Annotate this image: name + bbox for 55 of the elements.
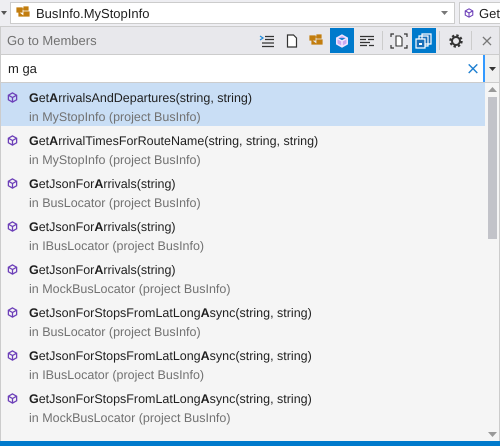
member-button[interactable]: [330, 28, 354, 53]
cube-icon: [7, 92, 18, 103]
member-location: in MockBusLocator (project BusInfo): [29, 411, 232, 426]
scroll-up-icon: [488, 87, 496, 92]
member-name: GetJsonForStopsFromLatLongAsync(string, string): [29, 349, 312, 364]
cube-icon: [7, 135, 18, 146]
windows-button[interactable]: [412, 28, 436, 53]
member-location: in BusLocator (project BusInfo): [29, 325, 202, 340]
member-name: GetJsonForArrivals(string): [29, 263, 177, 278]
dropdown-button[interactable]: [483, 55, 499, 82]
cube-icon: [7, 264, 18, 275]
lines-icon: [358, 34, 374, 46]
document-frame-icon: [390, 32, 408, 48]
member-location: in MockBusLocator (project BusInfo): [29, 282, 230, 297]
panel-title: Go to Members: [7, 33, 98, 48]
cube-icon: [7, 221, 18, 232]
cube-icon: [334, 34, 348, 48]
indent-lines-icon: [258, 34, 274, 48]
caret-icon: [441, 11, 448, 15]
close-button[interactable]: ×: [475, 28, 499, 53]
type-dropdown[interactable]: BusInfo.MyStopInfo: [10, 2, 455, 24]
scroll-thumb[interactable]: [488, 97, 496, 239]
cube-icon: [464, 7, 474, 19]
cube-icon: [7, 307, 18, 318]
member-name: GetJsonForStopsFromLatLongAsync(string, string): [29, 306, 312, 321]
member-location: in IBusLocator (project BusInfo): [29, 239, 204, 254]
cube-icon: [7, 350, 18, 361]
member-location: in MyStopInfo (project BusInfo): [29, 110, 202, 125]
member-name: GetArrivalTimesForRouteName(string, string, string): [29, 134, 318, 149]
result-item[interactable]: GetJsonForStopsFromLatLongAsync(string, string) in MockBusLocator (project BusInfo): [1, 384, 485, 427]
member-name: GetArrivalsAndDepartures(string, string): [29, 91, 252, 106]
result-item[interactable]: GetJsonForStopsFromLatLongAsync(string, string) in BusLocator (project BusInfo): [1, 298, 485, 341]
scroll-down-icon: [488, 432, 496, 437]
member-name: GetJsonForArrivals(string): [29, 177, 177, 192]
member-dropdown[interactable]: Get: [459, 2, 500, 24]
windows-icon: [414, 32, 432, 48]
result-item[interactable]: GetArrivalTimesForRouteName(string, string, string) in MyStopInfo (project BusInfo): [1, 126, 485, 169]
result-item[interactable]: GetArrivalsAndDepartures(string, string) in MyStopInfo (project BusInfo): [1, 83, 485, 126]
member-name: GetJsonForStopsFromLatLongAsync(string, string): [29, 392, 312, 407]
result-item[interactable]: GetJsonForArrivals(string) in MockBusLocator (project BusInfo): [1, 255, 485, 298]
class-icon: [308, 34, 324, 48]
member-location: in BusLocator (project BusInfo): [29, 196, 201, 211]
caret-icon: [1, 11, 7, 15]
clear-button[interactable]: ×: [463, 55, 483, 82]
cube-icon: [7, 178, 18, 189]
result-item[interactable]: GetJsonForArrivals(string) in IBusLocator (project BusInfo): [1, 212, 485, 255]
member-location: in IBusLocator (project BusInfo): [29, 368, 206, 383]
member-name: GetJsonForArrivals(string): [29, 220, 177, 235]
document-icon: [286, 34, 298, 48]
result-item[interactable]: GetJsonForStopsFromLatLongAsync(string, string) in IBusLocator (project BusInfo): [1, 341, 485, 384]
settings-icon: [448, 32, 464, 48]
result-item[interactable]: GetJsonForArrivals(string) in BusLocator (project BusInfo): [1, 169, 485, 212]
cube-icon: [7, 393, 18, 404]
member-location: in MyStopInfo (project BusInfo): [29, 153, 202, 168]
caret-icon: [488, 66, 496, 70]
